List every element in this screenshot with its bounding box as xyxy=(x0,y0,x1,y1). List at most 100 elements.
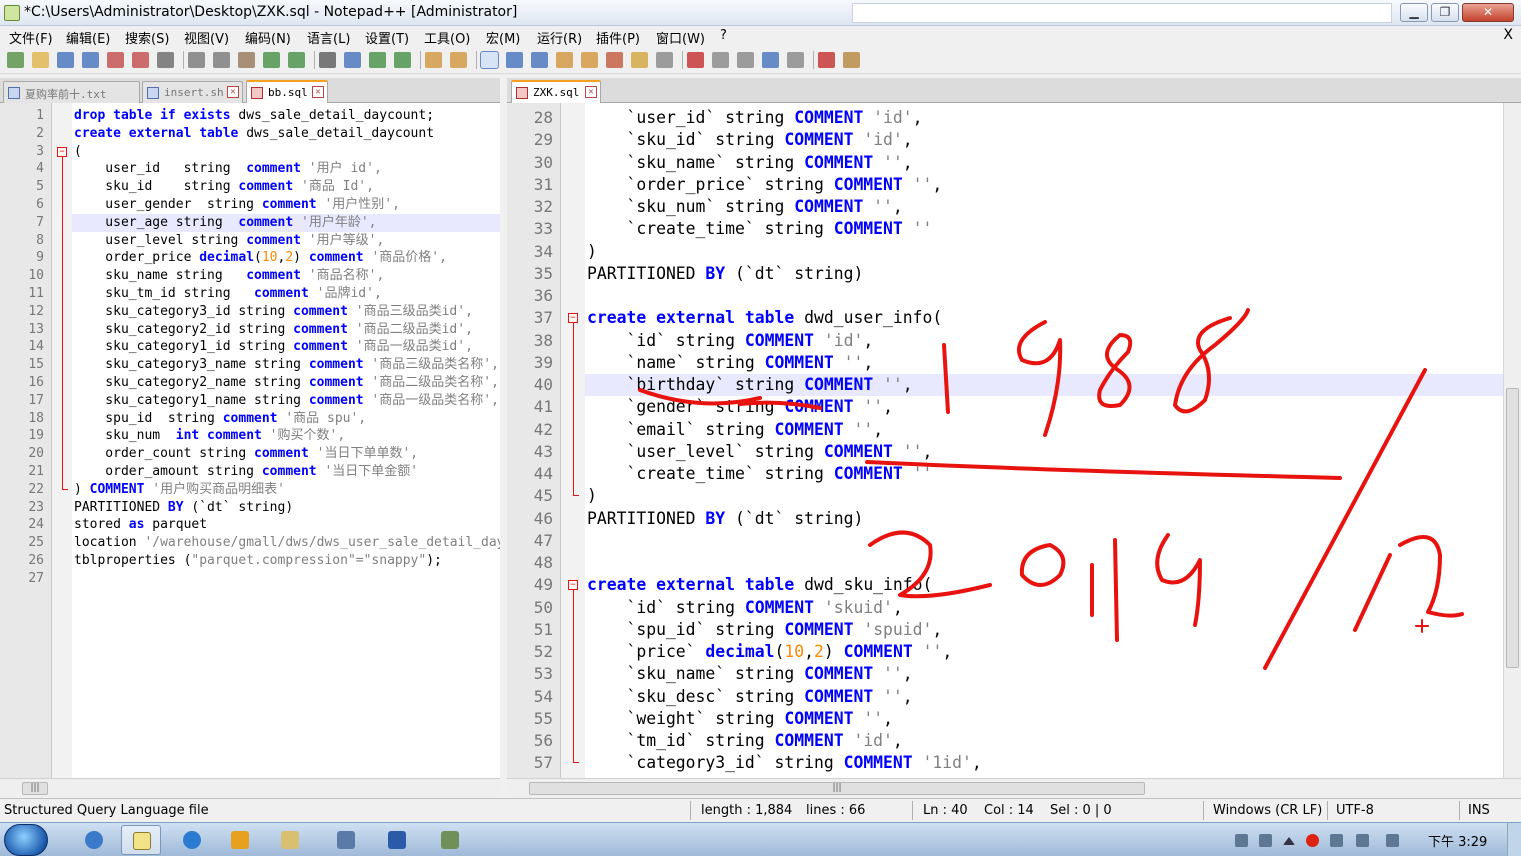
taskbar-app-remote[interactable] xyxy=(326,825,366,855)
taskbar-clock[interactable]: 下午 3:29 xyxy=(1428,831,1487,850)
print-icon[interactable] xyxy=(157,52,174,68)
menu-edit[interactable]: 编辑(E) xyxy=(66,28,110,47)
left-horizontal-scrollbar[interactable]: ||| xyxy=(0,778,500,797)
code-line: create external table dwd_sku_info( xyxy=(587,574,932,596)
show-all-chars-icon[interactable] xyxy=(506,52,523,68)
sync-v-icon[interactable] xyxy=(425,52,442,68)
open-file-icon[interactable] xyxy=(32,52,49,68)
nppexec-icon[interactable] xyxy=(843,52,860,68)
taskbar-app-notepad[interactable] xyxy=(121,825,161,855)
menu-plugins[interactable]: 插件(P) xyxy=(596,28,640,47)
show-hidden-icons-icon[interactable] xyxy=(1283,837,1295,845)
save-all-icon[interactable] xyxy=(82,52,99,68)
monitoring-icon[interactable] xyxy=(656,52,673,68)
redo-icon[interactable] xyxy=(288,52,305,68)
folder-workspace-icon[interactable] xyxy=(631,52,648,68)
taskbar-app-ie[interactable] xyxy=(172,825,212,855)
line-number: 25 xyxy=(28,535,44,551)
tab-close-icon[interactable]: ✕ xyxy=(227,86,239,98)
spell-check-icon[interactable] xyxy=(818,52,835,68)
save-icon[interactable] xyxy=(57,52,74,68)
fold-toggle-icon[interactable]: − xyxy=(57,146,67,157)
show-desktop-button[interactable] xyxy=(1507,823,1521,856)
doc-map-icon[interactable] xyxy=(581,52,598,68)
macro-run-multiple-icon[interactable] xyxy=(762,52,779,68)
menu-help[interactable]: ? xyxy=(720,28,727,43)
macro-play-icon[interactable] xyxy=(737,52,754,68)
code-token: order_count string xyxy=(74,446,255,462)
find-icon[interactable] xyxy=(319,52,336,68)
right-horizontal-scrollbar[interactable]: ||| xyxy=(507,778,1521,797)
code-line: `user_level` string COMMENT '', xyxy=(587,441,932,463)
taskbar-app-tool[interactable] xyxy=(430,825,470,855)
word-wrap-icon[interactable] xyxy=(480,51,499,69)
menu-settings[interactable]: 设置(T) xyxy=(365,28,409,47)
function-list-icon[interactable] xyxy=(606,52,623,68)
macro-save-icon[interactable] xyxy=(787,52,804,68)
right-editor[interactable]: 28 `user_id` string COMMENT 'id', 29 `sku… xyxy=(507,103,1503,778)
maximize-button[interactable]: ❐ xyxy=(1431,3,1459,22)
macro-record-icon[interactable] xyxy=(687,52,704,68)
zoom-in-icon[interactable] xyxy=(369,52,386,68)
indent-guide-icon[interactable] xyxy=(531,52,548,68)
code-line: `create_time` string COMMENT '' xyxy=(587,218,932,240)
menu-run[interactable]: 运行(R) xyxy=(537,28,582,47)
zoom-out-icon[interactable] xyxy=(394,52,411,68)
code-token: '当日下单单数', xyxy=(308,446,419,462)
code-token: COMMENT xyxy=(804,686,874,706)
fold-toggle-icon[interactable]: − xyxy=(568,313,578,324)
tab-left-2[interactable]: bb.sql ✕ xyxy=(246,80,328,104)
power-tray-icon[interactable] xyxy=(1356,834,1369,847)
line-number: 10 xyxy=(28,268,44,284)
tab-left-0[interactable]: 夏购率前十.txt xyxy=(3,81,140,103)
menu-search[interactable]: 搜索(S) xyxy=(125,28,169,47)
close-document-button[interactable]: X xyxy=(1503,27,1513,43)
cut-icon[interactable] xyxy=(188,52,205,68)
network-tray-icon[interactable] xyxy=(1259,834,1272,847)
taskbar-app-folder[interactable] xyxy=(270,825,310,855)
taskbar-app-word[interactable] xyxy=(377,825,417,855)
menu-encoding[interactable]: 编码(N) xyxy=(245,28,291,47)
close-all-icon[interactable] xyxy=(132,52,149,68)
menu-macro[interactable]: 宏(M) xyxy=(486,28,520,47)
replace-icon[interactable] xyxy=(344,52,361,68)
fold-toggle-icon[interactable]: − xyxy=(568,580,578,591)
scroll-thumb[interactable] xyxy=(1506,388,1519,668)
line-number: 52 xyxy=(533,642,553,661)
action-center-tray-icon[interactable] xyxy=(1330,834,1343,847)
scroll-thumb[interactable]: ||| xyxy=(529,782,1145,795)
taskbar-app-chrome-like[interactable] xyxy=(74,825,114,855)
menu-file[interactable]: 文件(F) xyxy=(9,28,53,47)
menu-language[interactable]: 语言(L) xyxy=(307,28,350,47)
tab-close-icon[interactable]: ✕ xyxy=(312,86,324,98)
code-token: sku_name string xyxy=(74,268,247,284)
paste-icon[interactable] xyxy=(238,52,255,68)
tab-right-0[interactable]: ZXK.sql ✕ xyxy=(511,80,601,104)
fold-end-marker xyxy=(62,483,68,490)
keyboard-tray-icon[interactable] xyxy=(1235,834,1248,847)
macro-stop-icon[interactable] xyxy=(712,52,729,68)
start-button[interactable] xyxy=(4,824,48,856)
undo-icon[interactable] xyxy=(263,52,280,68)
sync-h-icon[interactable] xyxy=(450,52,467,68)
code-line: `sku_name` string COMMENT '', xyxy=(587,152,912,174)
volume-tray-icon[interactable] xyxy=(1386,834,1399,847)
close-icon[interactable] xyxy=(107,52,124,68)
new-file-icon[interactable] xyxy=(7,52,24,68)
minimize-button[interactable]: ▁ xyxy=(1400,3,1428,22)
menu-tools[interactable]: 工具(O) xyxy=(424,28,470,47)
code-token: `order_price` string xyxy=(587,174,834,194)
menu-window[interactable]: 窗口(W) xyxy=(656,28,705,47)
code-token: , xyxy=(932,174,943,194)
record-tray-icon[interactable] xyxy=(1306,834,1319,847)
scroll-thumb[interactable]: ||| xyxy=(22,782,48,795)
right-vertical-scrollbar[interactable] xyxy=(1503,103,1521,778)
menu-view[interactable]: 视图(V) xyxy=(184,28,229,47)
taskbar-app-explorer[interactable] xyxy=(220,825,260,855)
close-window-button[interactable]: ✕ xyxy=(1462,3,1514,22)
tab-left-1[interactable]: insert.sh ✕ xyxy=(142,81,243,103)
left-editor[interactable]: 1 drop table if exists dws_sale_detail_da… xyxy=(0,103,500,778)
user-lang-icon[interactable] xyxy=(556,52,573,68)
tab-close-icon[interactable]: ✕ xyxy=(585,86,597,98)
copy-icon[interactable] xyxy=(213,52,230,68)
